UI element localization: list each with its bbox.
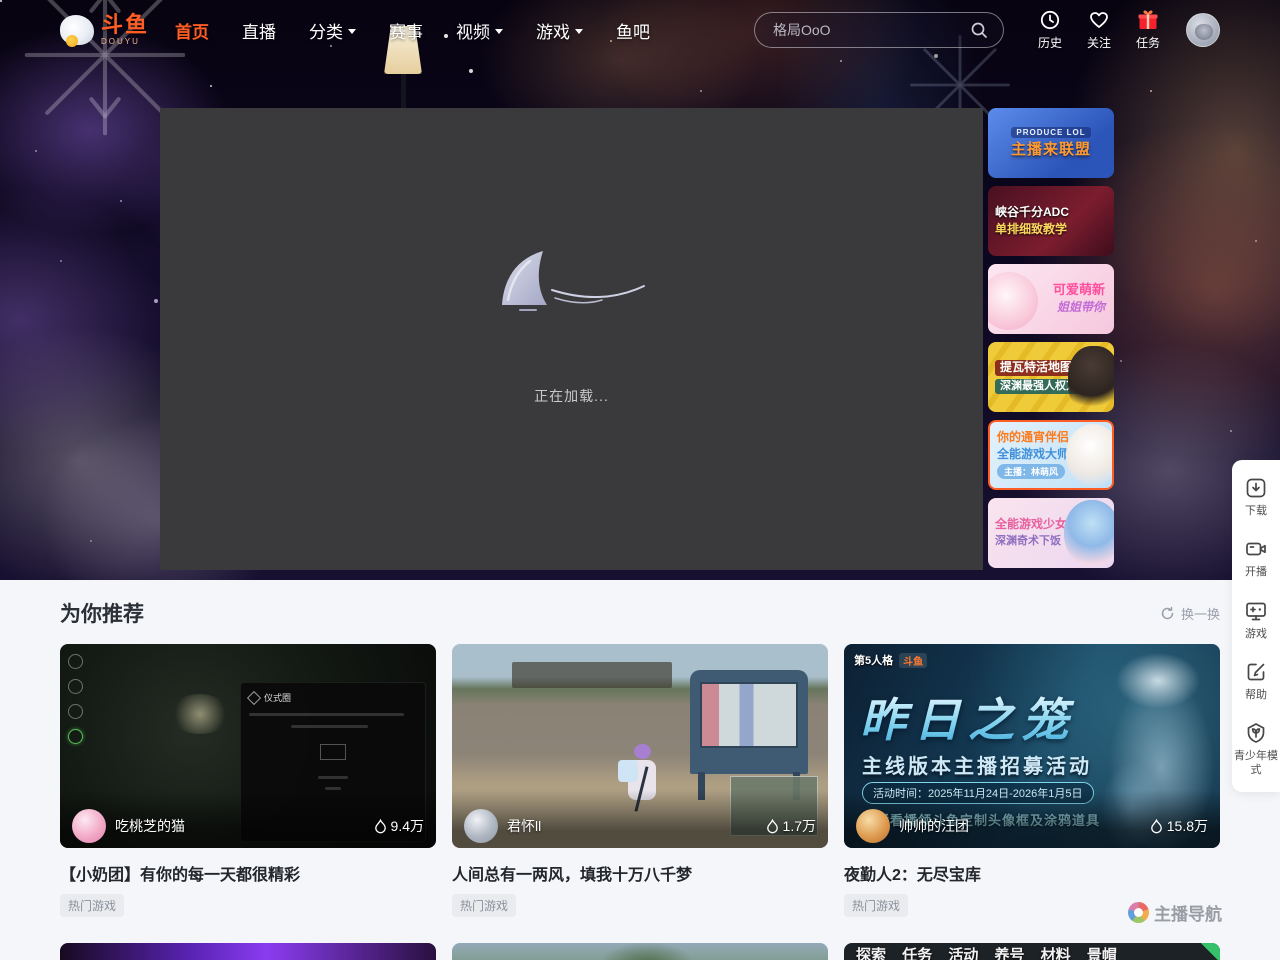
hot-icon bbox=[374, 819, 387, 834]
nav-item-live[interactable]: 直播 bbox=[242, 18, 276, 43]
edit-icon bbox=[1244, 660, 1268, 684]
download-button[interactable]: 下载 bbox=[1233, 476, 1279, 518]
streamer-name: 吃桃芝的猫 bbox=[115, 816, 185, 836]
streamer-name: 君怀ll bbox=[507, 816, 541, 836]
teen-mode-shield-icon bbox=[1244, 721, 1268, 745]
nav-item-yuba[interactable]: 鱼吧 bbox=[616, 18, 650, 43]
stream-title[interactable]: 【小奶团】有你的每一天都很精彩 bbox=[60, 861, 436, 885]
stream-thumbnail-partial[interactable]: 探索 任务 活动 养号 材料 景帽 bbox=[844, 943, 1220, 960]
nav-item-games[interactable]: 游戏 bbox=[536, 18, 583, 43]
stream-card[interactable]: 第5人格 斗鱼 昨日之笼 主线版本主播招募活动 活动时间：2025年11月24日… bbox=[844, 644, 1220, 917]
start-stream-button[interactable]: 开播 bbox=[1233, 537, 1279, 579]
stream-card[interactable]: 仪式圈 吃桃芝的猫 9.4万 bbox=[60, 644, 436, 917]
category-tag[interactable]: 热门游戏 bbox=[844, 894, 908, 917]
main-nav: 首页 直播 分类 赛事 视频 游戏 鱼吧 bbox=[175, 18, 650, 43]
promo-banner-cute-newbie[interactable]: 可爱萌新 姐姐带你 bbox=[988, 264, 1114, 334]
chevron-down-icon bbox=[495, 29, 503, 34]
streamer-avatar[interactable] bbox=[856, 809, 890, 843]
camera-icon bbox=[1244, 537, 1268, 561]
user-avatar[interactable] bbox=[1186, 13, 1220, 47]
teen-mode-button[interactable]: 青少年模式 bbox=[1233, 721, 1279, 778]
streamer-name: 帅帅的汪团 bbox=[899, 816, 969, 836]
promo-banner-list: PRODUCE LOL 主播来联盟 峡谷千分ADC 单排细致教学 可爱萌新 姐姐… bbox=[988, 108, 1114, 570]
nav-item-videos[interactable]: 视频 bbox=[456, 18, 503, 43]
game-monitor-icon bbox=[1244, 599, 1268, 623]
loading-text: 正在加载... bbox=[534, 386, 609, 406]
douyu-fin-loading-icon bbox=[492, 248, 652, 318]
search-input[interactable] bbox=[773, 22, 969, 38]
hot-icon bbox=[1150, 819, 1163, 834]
download-icon bbox=[1244, 476, 1268, 500]
chevron-down-icon bbox=[348, 29, 356, 34]
search-box[interactable] bbox=[754, 12, 1004, 48]
promo-banner-game-girl[interactable]: 全能游戏少女 深渊奇术下饭 bbox=[988, 498, 1114, 568]
recommend-section: 为你推荐 换一换 仪式圈 bbox=[0, 580, 1280, 960]
streamer-avatar[interactable] bbox=[464, 809, 498, 843]
pinwheel-icon bbox=[1128, 902, 1149, 923]
stream-thumbnail[interactable]: 仪式圈 吃桃芝的猫 9.4万 bbox=[60, 644, 436, 848]
help-button[interactable]: 帮助 bbox=[1233, 660, 1279, 702]
promo-banner-teyvat-map[interactable]: 提瓦特活地图 深渊最强人权刀 bbox=[988, 342, 1114, 412]
nav-item-esports[interactable]: 赛事 bbox=[389, 18, 423, 43]
streamer-avatar[interactable] bbox=[72, 809, 106, 843]
header-actions: 历史 关注 任务 bbox=[1038, 9, 1160, 51]
brand-subtitle: DOUYU bbox=[101, 38, 149, 46]
douyu-mascot-icon bbox=[60, 15, 94, 45]
tasks-button[interactable]: 任务 bbox=[1136, 9, 1160, 51]
stream-thumbnail-partial[interactable] bbox=[452, 943, 828, 960]
section-title: 为你推荐 bbox=[60, 598, 144, 628]
refresh-icon bbox=[1160, 606, 1175, 621]
right-edge-toolbar: 下载 开播 游戏 帮助 青少年模式 bbox=[1232, 460, 1280, 792]
promo-headline: 昨日之笼 bbox=[860, 684, 1076, 750]
brand-name: 斗鱼 bbox=[101, 14, 149, 36]
category-tag[interactable]: 热门游戏 bbox=[60, 894, 124, 917]
stream-card[interactable]: 君怀ll 1.7万 人间总有一两风，填我十万八千梦 热门游戏 bbox=[452, 644, 828, 917]
heart-icon bbox=[1088, 9, 1110, 31]
game-center-button[interactable]: 游戏 bbox=[1233, 599, 1279, 641]
viewer-count: 15.8万 bbox=[1150, 816, 1208, 836]
stream-thumbnail-partial[interactable] bbox=[60, 943, 436, 960]
history-button[interactable]: 历史 bbox=[1038, 9, 1062, 51]
stream-title[interactable]: 人间总有一两风，填我十万八千梦 bbox=[452, 861, 828, 885]
nav-item-home[interactable]: 首页 bbox=[175, 18, 209, 43]
card-grid-row2: 探索 任务 活动 养号 材料 景帽 bbox=[60, 943, 1220, 960]
live-player[interactable]: 正在加载... bbox=[160, 108, 983, 570]
stream-thumbnail[interactable]: 第5人格 斗鱼 昨日之笼 主线版本主播招募活动 活动时间：2025年11月24日… bbox=[844, 644, 1220, 848]
viewer-count: 9.4万 bbox=[374, 816, 424, 836]
stream-title[interactable]: 夜勤人2：无尽宝库 bbox=[844, 861, 1220, 885]
gift-icon bbox=[1136, 9, 1160, 31]
promo-banner-lol-alliance[interactable]: PRODUCE LOL 主播来联盟 bbox=[988, 108, 1114, 178]
follow-button[interactable]: 关注 bbox=[1087, 9, 1111, 51]
card-grid: 仪式圈 吃桃芝的猫 9.4万 bbox=[60, 644, 1220, 917]
refresh-button[interactable]: 换一换 bbox=[1160, 604, 1220, 623]
promo-banner-allnight-companion[interactable]: 你的通宵伴侣 全能游戏大师 主播：林萌风 bbox=[988, 420, 1114, 490]
stream-thumbnail[interactable]: 君怀ll 1.7万 bbox=[452, 644, 828, 848]
search-icon[interactable] bbox=[969, 20, 989, 40]
category-tag[interactable]: 热门游戏 bbox=[452, 894, 516, 917]
streamer-nav-watermark: 主播导航 bbox=[1128, 900, 1222, 925]
promo-subline: 主线版本主播招募活动 bbox=[862, 750, 1092, 779]
viewer-count: 1.7万 bbox=[766, 816, 816, 836]
nav-item-categories[interactable]: 分类 bbox=[309, 18, 356, 43]
top-navigation-bar: 斗鱼 DOUYU 首页 直播 分类 赛事 视频 游戏 鱼吧 历史 bbox=[0, 0, 1280, 60]
douyu-badge: 斗鱼 bbox=[899, 653, 927, 668]
chevron-down-icon bbox=[575, 29, 583, 34]
hot-icon bbox=[766, 819, 779, 834]
clock-icon bbox=[1039, 9, 1061, 31]
douyu-logo[interactable]: 斗鱼 DOUYU bbox=[60, 14, 149, 46]
promo-banner-adc-teaching[interactable]: 峡谷千分ADC 单排细致教学 bbox=[988, 186, 1114, 256]
